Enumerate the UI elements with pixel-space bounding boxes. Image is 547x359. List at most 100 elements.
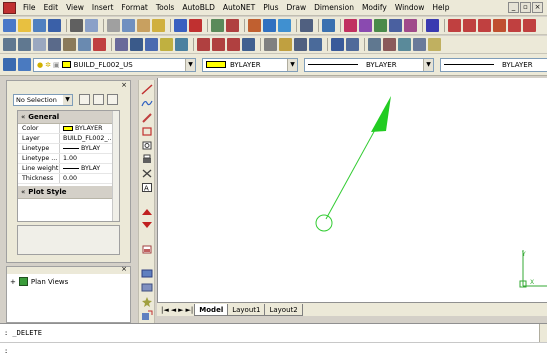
property-row[interactable]: Layer BUILD_FL002_...: [18, 134, 119, 144]
chevron-down-icon[interactable]: ▼: [63, 95, 72, 105]
window-icon[interactable]: [141, 244, 153, 255]
hatch-icon[interactable]: [278, 19, 291, 32]
first-tab-button[interactable]: |◄: [161, 306, 169, 314]
print-icon[interactable]: [141, 154, 153, 165]
plan-views-close-icon[interactable]: ×: [121, 265, 127, 273]
draw-arc-icon[interactable]: [493, 19, 506, 32]
toggle-pickadd-icon[interactable]: [79, 94, 90, 105]
menu-help[interactable]: Help: [428, 0, 453, 16]
zoom-previous-icon[interactable]: [389, 19, 402, 32]
select-objects-icon[interactable]: [93, 94, 104, 105]
color-dropdown[interactable]: BYLAYER ▼: [202, 57, 298, 72]
new-icon[interactable]: [3, 19, 16, 32]
pan-icon[interactable]: [344, 19, 357, 32]
close-button[interactable]: ×: [532, 2, 543, 13]
print-icon[interactable]: [70, 19, 83, 32]
property-grid-scrollbar[interactable]: [112, 111, 119, 221]
table-icon[interactable]: [141, 268, 153, 279]
menu-view[interactable]: View: [62, 0, 88, 16]
preview-icon[interactable]: [85, 19, 98, 32]
layer-previous-icon[interactable]: [18, 58, 31, 71]
property-value[interactable]: 1.00: [60, 154, 119, 163]
tab-model[interactable]: Model: [194, 303, 229, 316]
save-icon[interactable]: [33, 19, 46, 32]
menu-edit[interactable]: Edit: [40, 0, 63, 16]
property-row[interactable]: Linetype ... 1.00: [18, 154, 119, 164]
gradient-icon[interactable]: [141, 282, 153, 293]
plan-views-item[interactable]: + Plan Views: [7, 277, 130, 286]
line-tool-icon[interactable]: [248, 19, 261, 32]
saveas-icon[interactable]: [48, 19, 61, 32]
star-icon[interactable]: [141, 296, 153, 307]
cut-icon[interactable]: [107, 19, 120, 32]
arrow-line[interactable]: [325, 118, 382, 220]
menu-plus[interactable]: Plus: [259, 0, 282, 16]
tab-layout1[interactable]: Layout1: [227, 303, 266, 316]
command-prompt[interactable]: :: [4, 347, 8, 355]
drawing-canvas[interactable]: Y X: [157, 78, 547, 302]
menu-insert[interactable]: Insert: [88, 0, 118, 16]
property-value[interactable]: BUILD_FL002_...: [60, 134, 119, 143]
linetype-dropdown[interactable]: BYLAYER ▼: [304, 57, 434, 72]
tab-layout2[interactable]: Layout2: [264, 303, 303, 316]
layer-tool-23-icon[interactable]: [368, 38, 381, 51]
redo-icon[interactable]: [189, 19, 202, 32]
general-section-header[interactable]: «General: [18, 111, 119, 124]
prev-tab-button[interactable]: ◄: [171, 306, 176, 314]
insert-block-icon[interactable]: [141, 310, 153, 321]
layer-tool-24-icon[interactable]: [383, 38, 396, 51]
copy-icon[interactable]: [122, 19, 135, 32]
chevron-down-icon[interactable]: ▼: [423, 58, 433, 71]
layer-tool-25-icon[interactable]: [398, 38, 411, 51]
menu-tools[interactable]: Tools: [152, 0, 178, 16]
maximize-button[interactable]: ▫: [520, 2, 531, 13]
pencil-icon[interactable]: [141, 112, 153, 123]
layer-tool-9-icon[interactable]: [130, 38, 143, 51]
menu-autonet[interactable]: AutoNET: [219, 0, 259, 16]
property-row[interactable]: Thickness 0.00: [18, 174, 119, 184]
draw-xline-icon[interactable]: [463, 19, 476, 32]
layer-tool-19-icon[interactable]: [294, 38, 307, 51]
layer-tool-17-icon[interactable]: [264, 38, 277, 51]
menu-dimension[interactable]: Dimension: [310, 0, 358, 16]
plot-style-section-header[interactable]: «Plot Style: [18, 186, 119, 199]
property-value[interactable]: BYLAY: [60, 144, 119, 153]
text-icon[interactable]: A: [141, 182, 153, 193]
draw-pline-icon[interactable]: [478, 19, 491, 32]
menu-file[interactable]: File: [19, 0, 40, 16]
layer-tool-13-icon[interactable]: [197, 38, 210, 51]
layer-tool-22-icon[interactable]: [346, 38, 359, 51]
layer-tool-26-icon[interactable]: [413, 38, 426, 51]
property-row[interactable]: Color BYLAYER: [18, 124, 119, 134]
layer-tool-27-icon[interactable]: [428, 38, 441, 51]
quick-select-icon[interactable]: [107, 94, 118, 105]
property-row[interactable]: Linetype BYLAY: [18, 144, 119, 154]
layer-tool-5-icon[interactable]: [63, 38, 76, 51]
layer-tool-8-icon[interactable]: [115, 38, 128, 51]
property-value[interactable]: BYLAYER: [60, 124, 119, 133]
paste-icon[interactable]: [137, 19, 150, 32]
chevron-down-icon[interactable]: ▼: [185, 58, 195, 71]
menu-autobld[interactable]: AutoBLD: [178, 0, 219, 16]
layer-tool-10-icon[interactable]: [145, 38, 158, 51]
layer-tool-15-icon[interactable]: [227, 38, 240, 51]
palette-close-icon[interactable]: ×: [121, 81, 127, 89]
menu-format[interactable]: Format: [117, 0, 151, 16]
chevron-down-icon[interactable]: ▼: [287, 58, 297, 71]
expand-icon[interactable]: +: [10, 278, 16, 286]
rectangle-icon[interactable]: [141, 126, 153, 137]
draw-circle-icon[interactable]: [508, 19, 521, 32]
grip-circle[interactable]: [315, 214, 333, 232]
region-icon[interactable]: [141, 140, 153, 151]
layer-tool-16-icon[interactable]: [242, 38, 255, 51]
matchprop-icon[interactable]: [152, 19, 165, 32]
layer-tool-20-icon[interactable]: [309, 38, 322, 51]
layer-tool-3-icon[interactable]: [33, 38, 46, 51]
command-line[interactable]: : _DELETE :: [0, 323, 547, 359]
layer-tool-14-icon[interactable]: [212, 38, 225, 51]
scroll-up-icon[interactable]: [141, 206, 153, 217]
arrow-head[interactable]: [371, 96, 391, 132]
layer-tool-4-icon[interactable]: [48, 38, 61, 51]
zoom-realtime-icon[interactable]: [359, 19, 372, 32]
erase-icon[interactable]: [141, 168, 153, 179]
